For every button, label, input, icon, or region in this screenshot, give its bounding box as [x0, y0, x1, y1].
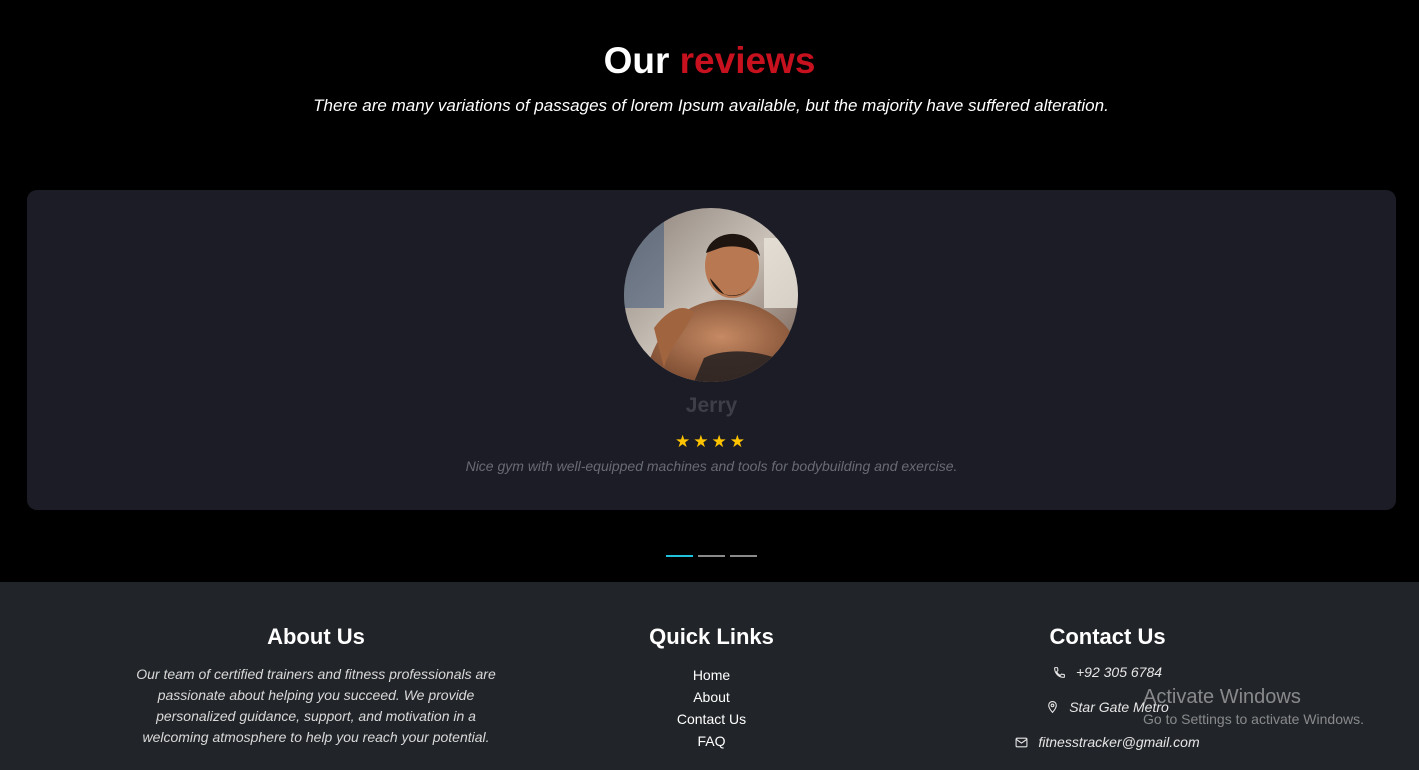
about-heading: About Us	[267, 624, 365, 649]
contact-heading: Contact Us	[1049, 624, 1166, 649]
avatar	[624, 208, 798, 382]
review-text: Nice gym with well-equipped machines and…	[465, 458, 958, 474]
contact-phone: +92 305 6784	[990, 664, 1225, 680]
carousel-indicator-1[interactable]	[666, 555, 693, 557]
carousel-indicators	[666, 555, 757, 557]
section-subtitle: There are many variations of passages of…	[313, 96, 1109, 115]
rating-stars: ★★★★	[675, 432, 748, 451]
reviews-section: Our reviews There are many variations of…	[0, 0, 1419, 582]
reviewer-name: Jerry	[685, 394, 738, 417]
section-title: Our reviews	[0, 40, 1419, 82]
mail-icon	[1015, 737, 1028, 747]
avatar-image	[624, 208, 798, 382]
quick-links-list: Home About Contact Us FAQ	[600, 666, 823, 754]
phone-text[interactable]: +92 305 6784	[1076, 664, 1162, 680]
link-faq[interactable]: FAQ	[697, 733, 725, 749]
link-home[interactable]: Home	[693, 667, 730, 683]
quick-link-item: Home	[600, 666, 823, 688]
quick-links-heading: Quick Links	[649, 624, 774, 649]
contact-address: Star Gate Metro	[990, 699, 1225, 715]
quick-link-item: Contact Us	[600, 710, 823, 732]
contact-email: fitnesstracker@gmail.com	[990, 734, 1225, 750]
footer: About Us Our team of certified trainers …	[0, 582, 1419, 770]
quick-link-item: FAQ	[600, 732, 823, 754]
location-pin-icon	[1048, 701, 1058, 714]
carousel-indicator-3[interactable]	[730, 555, 757, 557]
phone-icon	[1054, 666, 1065, 678]
email-text[interactable]: fitnesstracker@gmail.com	[1038, 734, 1199, 750]
about-text: Our team of certified trainers and fitne…	[136, 666, 496, 745]
review-card: Jerry ★★★★ Nice gym with well-equipped m…	[27, 190, 1396, 510]
title-prefix: Our	[603, 40, 670, 81]
address-text: Star Gate Metro	[1069, 699, 1169, 715]
quick-link-item: About	[600, 688, 823, 710]
link-contact-us[interactable]: Contact Us	[677, 711, 746, 727]
carousel-indicator-2[interactable]	[698, 555, 725, 557]
title-accent: reviews	[679, 40, 816, 81]
link-about[interactable]: About	[693, 689, 730, 705]
